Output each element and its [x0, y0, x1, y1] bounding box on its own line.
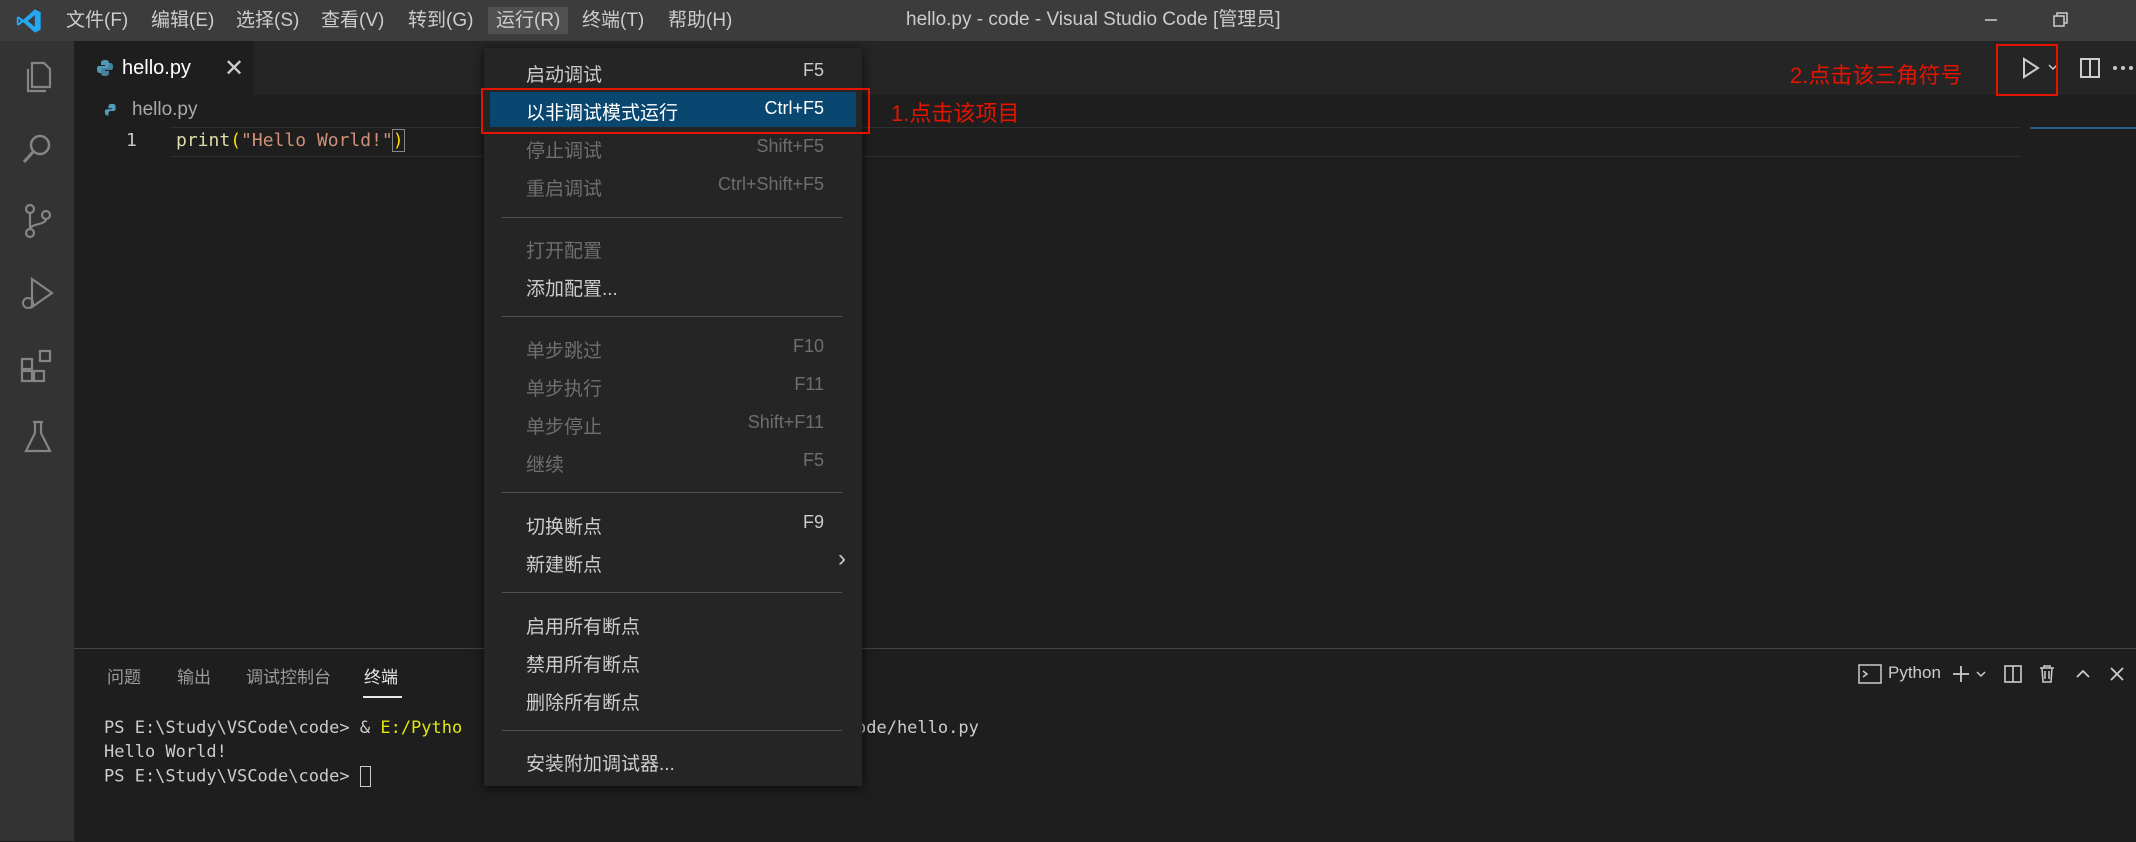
- search-icon[interactable]: [18, 129, 58, 169]
- close-icon[interactable]: [2106, 663, 2128, 685]
- explorer-icon[interactable]: [18, 57, 58, 97]
- code-line[interactable]: print("Hello World!"): [176, 129, 405, 152]
- menu-item-step-into: 单步执行 F11: [526, 374, 824, 400]
- activity-bar: [0, 41, 74, 841]
- chevron-up-icon[interactable]: [2072, 663, 2094, 685]
- extensions-icon[interactable]: [18, 345, 58, 385]
- menu-item-enable-all-breakpoints[interactable]: 启用所有断点: [484, 606, 862, 641]
- tab-terminal[interactable]: 终端: [364, 663, 398, 688]
- annotation-step2: 2.点击该三角符号: [1790, 63, 1963, 88]
- terminal-prompt: PS E:\Study\VSCode\code> &: [104, 718, 381, 738]
- terminal-line-2: Hello World!: [104, 742, 227, 762]
- tab-problems[interactable]: 问题: [107, 663, 141, 688]
- menu-run[interactable]: 运行(R): [488, 7, 569, 34]
- menu-file[interactable]: 文件(F): [58, 7, 136, 34]
- menu-view[interactable]: 查看(V): [313, 7, 392, 34]
- title-bar: 文件(F) 编辑(E) 选择(S) 查看(V) 转到(G) 运行(R) 终端(T…: [0, 0, 2136, 41]
- line-number: 1: [126, 130, 137, 151]
- menu-separator: [502, 730, 842, 731]
- python-file-icon: [97, 60, 113, 76]
- terminal-line-3[interactable]: PS E:\Study\VSCode\code>: [104, 766, 371, 787]
- active-tab-indicator: [363, 696, 402, 698]
- window-title: hello.py - code - Visual Studio Code [管理…: [906, 9, 1281, 30]
- menu-item-disable-all-breakpoints[interactable]: 禁用所有断点: [484, 644, 862, 679]
- menu-terminal[interactable]: 终端(T): [574, 7, 652, 34]
- bottom-panel: 问题 输出 调试控制台 终端 Python PS E:\Study\VSCode…: [74, 648, 2136, 842]
- plus-icon[interactable]: [1950, 663, 1972, 685]
- terminal-python-path: E:/Pytho: [380, 718, 463, 738]
- terminal-icon: [1858, 664, 1882, 684]
- menu-item-open-configurations: 打开配置: [526, 241, 603, 262]
- trash-icon[interactable]: [2036, 663, 2058, 685]
- terminal-profile-label[interactable]: Python: [1888, 663, 1941, 683]
- menu-item-new-breakpoint[interactable]: 新建断点 ›: [484, 544, 862, 579]
- tab-hello-py[interactable]: hello.py ✕: [74, 41, 254, 96]
- python-file-icon: [104, 103, 116, 116]
- restore-icon[interactable]: [2046, 6, 2074, 34]
- source-control-icon[interactable]: [18, 201, 58, 241]
- menu-item-start-debugging[interactable]: 启动调试 F5: [484, 54, 862, 89]
- terminal-prompt: PS E:\Study\VSCode\code>: [104, 766, 360, 787]
- split-terminal-icon[interactable]: [2002, 663, 2024, 685]
- code-function: print: [176, 130, 231, 151]
- more-actions-icon[interactable]: [2110, 54, 2136, 82]
- code-paren-close: ): [391, 129, 405, 152]
- menu-item-step-over: 单步跳过 F10: [526, 336, 824, 362]
- minimize-icon[interactable]: [1977, 6, 2005, 34]
- terminal-line-1-tail: ode/hello.py: [856, 718, 979, 738]
- menu-item-highlight: [481, 88, 870, 134]
- menu-item-stop-debugging: 停止调试 Shift+F5: [526, 136, 824, 162]
- testing-icon[interactable]: [18, 417, 58, 457]
- menu-item-install-additional-debuggers[interactable]: 安装附加调试器...: [484, 743, 862, 778]
- menu-separator: [502, 316, 842, 317]
- run-button-highlight: [1996, 44, 2058, 96]
- annotation-step1: 1.点击该项目: [891, 101, 1020, 126]
- menu-item-continue: 继续 F5: [526, 450, 824, 476]
- menu-separator: [502, 217, 842, 218]
- current-line-highlight: [170, 127, 2020, 157]
- menu-item-add-configuration[interactable]: 添加配置...: [484, 268, 862, 303]
- menu-edit[interactable]: 编辑(E): [143, 7, 222, 34]
- menu-separator: [502, 592, 842, 593]
- run-debug-icon[interactable]: [18, 273, 58, 313]
- menu-help[interactable]: 帮助(H): [660, 7, 740, 34]
- menu-item-remove-all-breakpoints[interactable]: 删除所有断点: [484, 682, 862, 717]
- minimap-slider[interactable]: [2030, 127, 2136, 129]
- close-icon[interactable]: ✕: [224, 54, 244, 83]
- menu-item-toggle-breakpoint[interactable]: 切换断点 F9: [484, 506, 862, 541]
- menu-item-restart-debugging: 重启调试 Ctrl+Shift+F5: [526, 174, 824, 200]
- chevron-down-icon[interactable]: [1974, 667, 1988, 681]
- split-editor-icon[interactable]: [2076, 54, 2104, 82]
- tab-output[interactable]: 输出: [177, 663, 211, 688]
- terminal-line-1: PS E:\Study\VSCode\code> & E:/Pytho: [104, 718, 462, 738]
- vscode-logo-icon: [16, 9, 41, 33]
- tab-label: hello.py: [122, 57, 191, 79]
- menu-go[interactable]: 转到(G): [400, 7, 481, 34]
- breadcrumb[interactable]: hello.py: [132, 99, 198, 121]
- tab-debug-console[interactable]: 调试控制台: [246, 663, 331, 688]
- menu-separator: [502, 492, 842, 493]
- terminal-cursor: [359, 766, 371, 787]
- menu-item-step-out: 单步停止 Shift+F11: [526, 412, 824, 438]
- run-menu-dropdown: 启动调试 F5 以非调试模式运行 Ctrl+F5 停止调试 Shift+F5 重启调试…: [484, 48, 862, 786]
- code-string: "Hello World!": [241, 130, 393, 151]
- menu-selection[interactable]: 选择(S): [228, 7, 307, 34]
- code-paren-open: (: [230, 130, 242, 151]
